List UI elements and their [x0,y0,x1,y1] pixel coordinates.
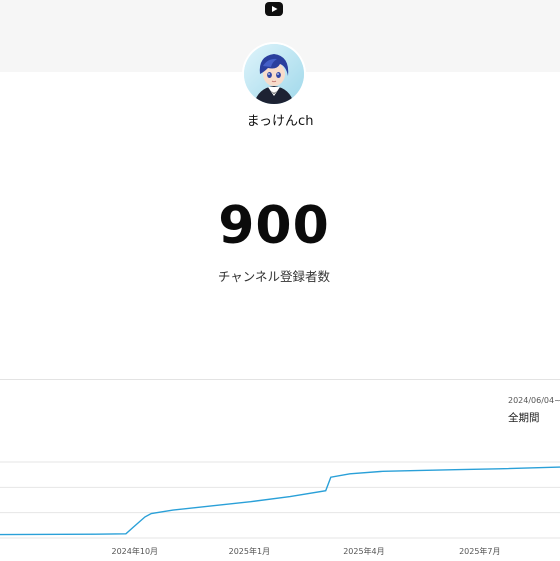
x-tick-label: 2025年7月 [459,547,501,556]
subscriber-line-chart [0,461,560,539]
subscriber-history-chart-panel: 2024/06/04~ 全期間 2024年10月 2025年1月 2025年4月 20… [0,379,560,561]
youtube-play-icon [265,2,283,16]
x-tick-label: 2024年10月 [111,547,159,556]
chart-series-line [0,466,560,536]
anime-character-avatar-icon [244,44,304,104]
subscriber-label: チャンネル登録者数 [217,269,331,284]
x-tick-label: 2025年4月 [343,547,385,556]
youtube-logo-icon[interactable] [265,1,283,16]
date-range-label: 2024/06/04~ [508,396,560,405]
avatar[interactable] [244,44,304,104]
channel-name[interactable]: まっけんch [0,110,560,129]
period-selector[interactable]: 全期間 [508,410,540,425]
x-tick-label: 2025年1月 [228,547,271,556]
subscriber-count: 900 [218,196,330,256]
